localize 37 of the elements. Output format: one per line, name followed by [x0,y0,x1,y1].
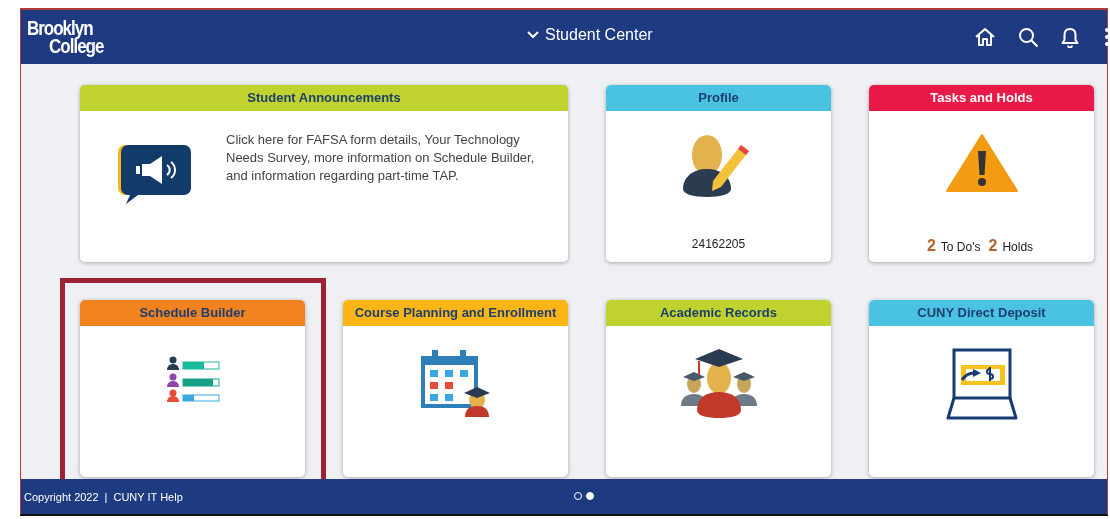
tile-card[interactable]: Course Planning and Enrollment [343,300,568,477]
todo-label: To Do's [940,240,981,254]
page-dot[interactable] [586,492,594,500]
tile-title: Student Announcements [80,85,568,111]
help-link[interactable]: CUNY IT Help [113,490,183,503]
bell-icon[interactable] [1061,26,1079,48]
tile-card[interactable]: Student Announcements Click here for FAFSA form details, Your Technology Needs Survey, more information on Schedule Builder, and information regarding part-time TAP. [80,85,568,262]
holds-count: 2 [988,237,998,255]
college-logo[interactable]: Brooklyn College [27,19,104,55]
tile-title: Profile [606,85,831,111]
tile-title: Schedule Builder [80,300,305,326]
tile-title: Tasks and Holds [869,85,1094,111]
tile-card[interactable]: Academic Records [606,300,831,477]
calendar-graduate-icon [419,348,492,418]
chevron-down-icon [527,31,539,39]
tile-card[interactable]: Tasks and Holds 2 To Do's 2 Holds [869,85,1094,262]
announcement-text[interactable]: Click here for FAFSA form details, Your Technology Needs Survey, more information on Schedule Builder, and information regarding part-time TAP. [226,131,536,185]
separator-text: | [104,490,108,503]
tile-title: CUNY Direct Deposit [869,300,1094,326]
todo-count: 2 [926,237,936,255]
tile-card[interactable]: CUNY Direct Deposit [869,300,1094,477]
home-icon[interactable] [974,27,996,47]
holds-label: Holds [1002,240,1034,254]
warning-icon [945,133,1018,193]
tile-title: Course Planning and Enrollment [343,300,568,326]
graduates-icon [680,348,757,420]
laptop-money-icon [945,348,1018,420]
megaphone-bubble-icon [118,143,192,205]
student-id: 24162205 [691,237,746,251]
tile-card[interactable]: Schedule Builder [80,300,305,477]
more-icon[interactable] [1105,27,1109,47]
tile-card[interactable]: Profile 24162205 [606,85,831,262]
page-title-dropdown[interactable]: Student Center [525,24,655,46]
tile-title: Academic Records [606,300,831,326]
search-icon[interactable] [1018,26,1039,48]
people-progress-icon [165,356,220,402]
copyright-text: Copyright 2022 [24,490,99,503]
